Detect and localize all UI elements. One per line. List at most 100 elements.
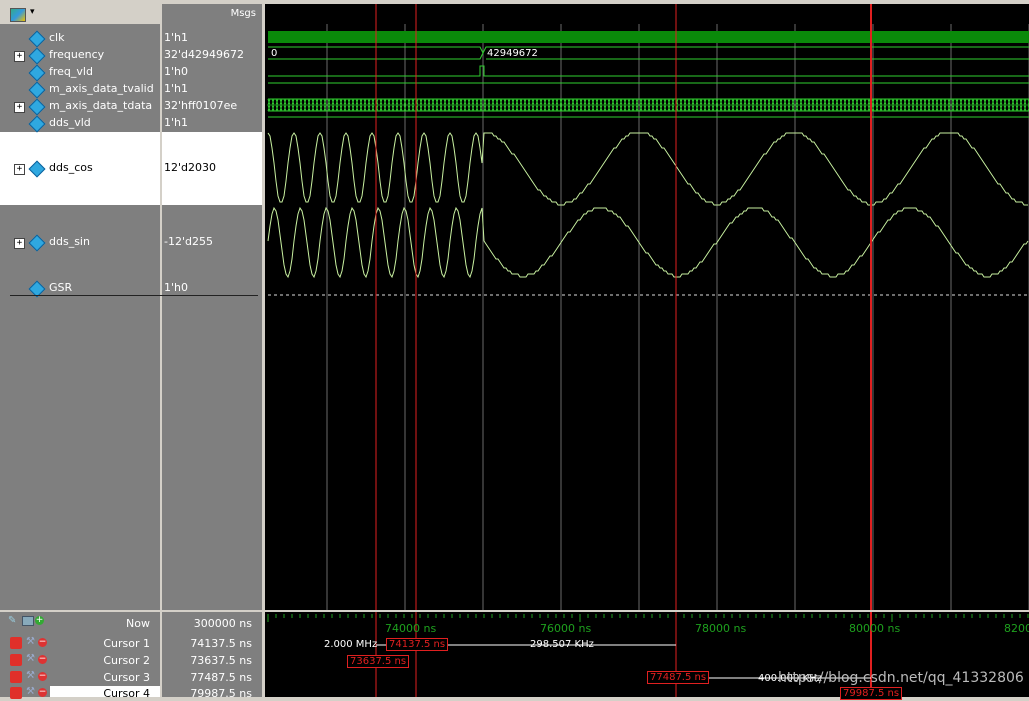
signal-row-clk[interactable]: clk — [0, 30, 160, 48]
waveform-canvas — [267, 4, 1029, 610]
expand-icon[interactable]: + — [14, 164, 25, 175]
signal-row-m-axis-data-tdata[interactable]: + m_axis_data_tdata — [0, 98, 160, 116]
signal-icon — [28, 160, 46, 178]
cursor-value-text: 73637.5 ns — [190, 654, 252, 667]
lock-icon[interactable] — [10, 637, 22, 649]
cursor-row-4[interactable]: ⚒ − Cursor 4 — [0, 685, 160, 701]
msgs-label: Msgs — [230, 8, 256, 19]
signal-icon — [28, 64, 46, 82]
remove-cursor-icon[interactable]: − — [38, 638, 47, 647]
wrench-icon[interactable]: ⚒ — [26, 654, 36, 664]
signal-name: frequency — [49, 48, 105, 61]
signal-row-freq-vld[interactable]: freq_vld — [0, 64, 160, 82]
signal-name: m_axis_data_tvalid — [49, 82, 154, 95]
signal-name: GSR — [49, 281, 73, 294]
signal-icon — [28, 98, 46, 116]
signal-name: dds_sin — [49, 235, 90, 248]
cursor-value-text: 77487.5 ns — [190, 671, 252, 684]
cursor-row-2[interactable]: ⚒ − Cursor 2 — [0, 652, 160, 668]
signal-value: 1'h1 — [164, 116, 188, 129]
signal-row-m-axis-data-tvalid[interactable]: m_axis_data_tvalid — [0, 81, 160, 99]
lock-icon[interactable] — [10, 654, 22, 666]
signal-row-dds-cos[interactable]: + dds_cos — [0, 160, 160, 178]
timeline-tick: 74000 ns — [385, 622, 437, 635]
signal-row-dds-vld[interactable]: dds_vld — [0, 115, 160, 133]
frequency-before-value: 0 — [271, 48, 278, 59]
lock-icon[interactable] — [10, 687, 22, 699]
signal-row-frequency[interactable]: + frequency — [0, 47, 160, 65]
cursor-label: Cursor 2 — [103, 654, 150, 667]
waveform-pane[interactable]: 0 42949672 — [265, 4, 1029, 610]
timeline-ticks — [267, 614, 1029, 622]
insertion-line — [10, 295, 258, 296]
signal-name: m_axis_data_tdata — [49, 99, 153, 112]
dds-cos-wave — [267, 132, 1028, 206]
tdata-wave — [267, 98, 1029, 112]
cursor-time-label: 77487.5 ns — [647, 671, 710, 684]
cursor-row-1[interactable]: ⚒ − Cursor 1 — [0, 635, 160, 651]
signal-value: 32'd42949672 — [164, 48, 244, 61]
signal-value: 12'd2030 — [164, 161, 216, 174]
cursor-label: Cursor 1 — [103, 637, 150, 650]
cursor-time-label: 74137.5 ns — [386, 638, 449, 651]
signal-value: 1'h1 — [164, 82, 188, 95]
signal-icon — [28, 30, 46, 48]
signal-icon — [28, 234, 46, 252]
dds-sin-wave — [267, 206, 1029, 279]
signal-row-dds-sin[interactable]: + dds_sin — [0, 234, 160, 252]
cursor-value: 79987.5 ns — [162, 685, 258, 701]
watermark: https://blog.csdn.net/qq_41332806 — [778, 670, 1024, 686]
now-value-text: 300000 ns — [193, 617, 252, 630]
remove-cursor-icon[interactable]: − — [38, 672, 47, 681]
signal-name: clk — [49, 31, 65, 44]
wrench-icon[interactable]: ⚒ — [26, 671, 36, 681]
signal-value: 1'h0 — [164, 65, 188, 78]
signal-value: 1'h0 — [164, 281, 188, 294]
timeline-tick: 80000 ns — [849, 622, 901, 635]
expand-icon[interactable]: + — [14, 102, 25, 113]
cursor-label: Cursor 4 — [103, 687, 150, 700]
now-label: Now — [126, 617, 150, 630]
timeline-tick: 76000 ns — [540, 622, 592, 635]
name-pane-header: ▾ — [0, 4, 160, 25]
layout-icon[interactable] — [10, 8, 26, 22]
now-value: 300000 ns — [162, 615, 258, 631]
signal-value: 1'h1 — [164, 31, 188, 44]
wrench-icon[interactable]: ⚒ — [26, 637, 36, 647]
freq-vld-wave — [268, 65, 1029, 77]
lock-icon[interactable] — [10, 671, 22, 683]
cursor-value-text: 74137.5 ns — [190, 637, 252, 650]
now-row: Now — [0, 615, 160, 631]
signal-name: dds_cos — [49, 161, 93, 174]
clk-wave — [268, 31, 1029, 43]
delta-label: 2.000 MHz — [324, 639, 378, 650]
expand-icon[interactable]: + — [14, 51, 25, 62]
cursor-value: 74137.5 ns — [162, 635, 258, 651]
signal-row-gsr[interactable]: GSR — [0, 280, 160, 298]
signal-name: dds_vld — [49, 116, 91, 129]
cursor-time-label: 73637.5 ns — [347, 655, 410, 668]
timeline-tick: 8200 — [1004, 622, 1029, 635]
cursor-value: 73637.5 ns — [162, 652, 258, 668]
value-pane-header: Msgs — [162, 4, 262, 24]
cursor-value-text: 79987.5 ns — [190, 687, 252, 700]
signal-icon — [28, 115, 46, 133]
wrench-icon[interactable]: ⚒ — [26, 687, 36, 697]
delta-label: 298.507 KHz — [530, 639, 594, 650]
remove-cursor-icon[interactable]: − — [38, 688, 47, 697]
timeline-tick: 78000 ns — [695, 622, 747, 635]
signal-icon — [28, 81, 46, 99]
cursor-value: 77487.5 ns — [162, 669, 258, 685]
cursor-time-label: 79987.5 ns — [840, 687, 903, 700]
signal-value: 32'hff0107ee — [164, 99, 238, 112]
frequency-after-value: 42949672 — [487, 48, 538, 59]
remove-cursor-icon[interactable]: − — [38, 655, 47, 664]
cursor-row-3[interactable]: ⚒ − Cursor 3 — [0, 669, 160, 685]
frequency-wave — [268, 46, 1029, 60]
chevron-down-icon[interactable]: ▾ — [30, 7, 35, 17]
cursor-label: Cursor 3 — [103, 671, 150, 684]
signal-value: -12'd255 — [164, 235, 213, 248]
expand-icon[interactable]: + — [14, 238, 25, 249]
signal-icon — [28, 47, 46, 65]
signal-name: freq_vld — [49, 65, 93, 78]
